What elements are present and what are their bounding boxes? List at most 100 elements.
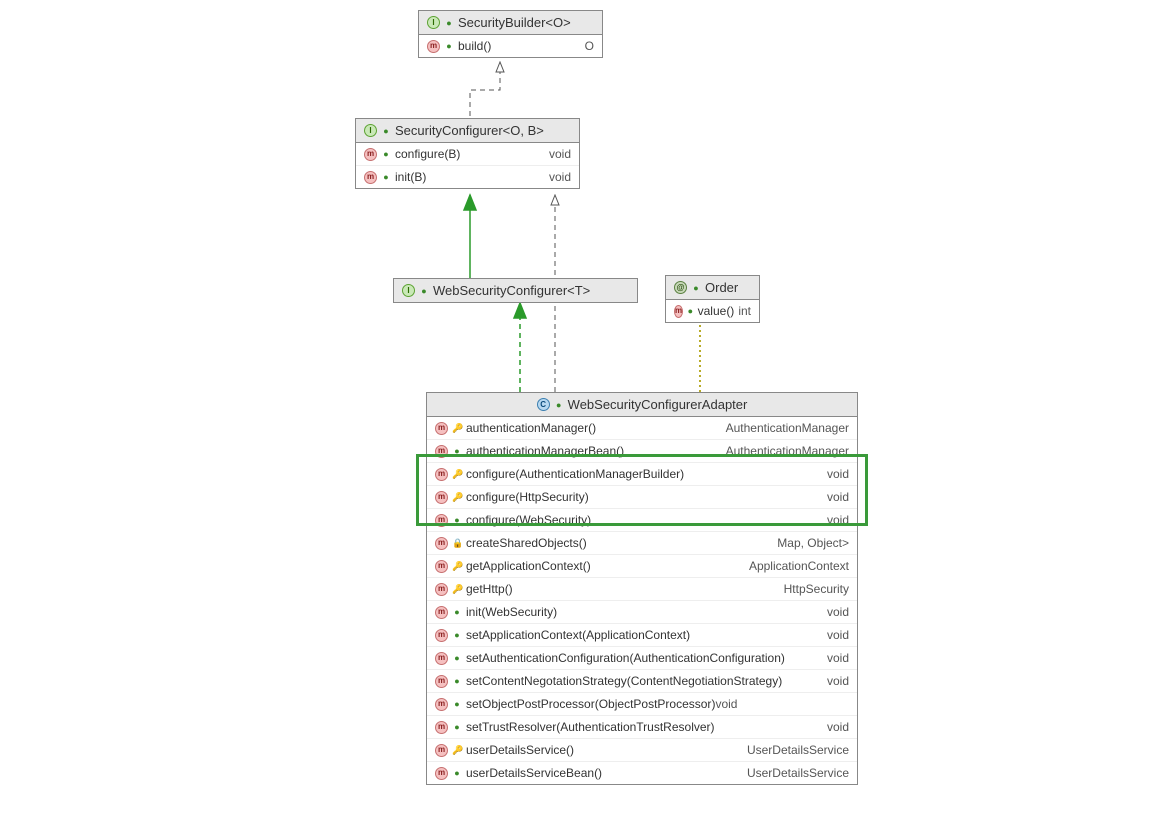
member-return-type: void xyxy=(827,626,849,644)
method-icon: m xyxy=(435,560,448,573)
visibility-public-icon: ● xyxy=(452,672,462,690)
member-signature: authenticationManager() xyxy=(466,419,722,437)
class-icon: C xyxy=(537,398,550,411)
visibility-public-icon: ● xyxy=(452,649,462,667)
member-return-type: UserDetailsService xyxy=(747,764,849,782)
class-name: SecurityBuilder<O> xyxy=(458,15,571,30)
member-row: m 🔑getApplicationContext()ApplicationCont… xyxy=(427,555,857,578)
visibility-public-icon: ● xyxy=(381,168,391,186)
visibility-protected-icon: 🔑 xyxy=(452,580,462,598)
method-icon: m xyxy=(435,767,448,780)
member-list: m ●configure(B)void m ●init(B)void xyxy=(356,143,579,188)
class-title: I ● SecurityConfigurer<O, B> xyxy=(356,119,579,143)
visibility-public-icon: ● xyxy=(452,626,462,644)
member-row: m 🔑authenticationManager()AuthenticationM… xyxy=(427,417,857,440)
method-icon: m xyxy=(427,40,440,53)
visibility-icon: ● xyxy=(381,126,391,136)
method-icon: m xyxy=(435,629,448,642)
class-name: WebSecurityConfigurerAdapter xyxy=(568,397,748,412)
class-name: WebSecurityConfigurer<T> xyxy=(433,283,590,298)
member-signature: setApplicationContext(ApplicationContext… xyxy=(466,626,823,644)
interface-icon: I xyxy=(364,124,377,137)
member-return-type: void xyxy=(827,672,849,690)
member-row: m ●build()O xyxy=(419,35,602,57)
member-return-type: Map, Object> xyxy=(777,534,849,552)
visibility-public-icon: ● xyxy=(687,302,693,320)
member-signature: userDetailsServiceBean() xyxy=(466,764,743,782)
class-title: I ● SecurityBuilder<O> xyxy=(419,11,602,35)
method-icon: m xyxy=(435,537,448,550)
method-icon: m xyxy=(435,698,448,711)
visibility-public-icon: ● xyxy=(452,603,462,621)
class-title: C ● WebSecurityConfigurerAdapter xyxy=(427,393,857,417)
member-return-type: void xyxy=(827,718,849,736)
member-signature: createSharedObjects() xyxy=(466,534,773,552)
class-security-configurer: I ● SecurityConfigurer<O, B> m●configure… xyxy=(355,118,580,189)
method-icon: m xyxy=(435,606,448,619)
member-return-type: AuthenticationManager xyxy=(726,419,849,437)
member-return-type: void xyxy=(827,649,849,667)
annotation-icon: @ xyxy=(674,281,687,294)
visibility-protected-icon: 🔑 xyxy=(452,419,462,437)
member-row: m ●setApplicationContext(ApplicationConte… xyxy=(427,624,857,647)
member-signature: init(B) xyxy=(395,168,545,186)
visibility-protected-icon: 🔑 xyxy=(452,557,462,575)
class-name: Order xyxy=(705,280,738,295)
visibility-public-icon: ● xyxy=(452,695,462,713)
visibility-public-icon: ● xyxy=(452,764,462,782)
member-row: m ●setObjectPostProcessor(ObjectPostProce… xyxy=(427,693,857,716)
method-icon: m xyxy=(364,171,377,184)
member-signature: init(WebSecurity) xyxy=(466,603,823,621)
member-return-type: HttpSecurity xyxy=(784,580,849,598)
member-signature: getApplicationContext() xyxy=(466,557,745,575)
visibility-public-icon: ● xyxy=(381,145,391,163)
member-row: m●setContentNegotationStrategy(ContentNe… xyxy=(427,670,857,693)
method-icon: m xyxy=(435,721,448,734)
member-return-type: UserDetailsService xyxy=(747,741,849,759)
member-list: m ●build()O xyxy=(419,35,602,57)
member-row: m●setTrustResolver(AuthenticationTrustRe… xyxy=(427,716,857,739)
method-icon: m xyxy=(435,422,448,435)
highlight-configure-methods xyxy=(416,454,868,526)
member-row: m ● value()int xyxy=(666,300,759,322)
visibility-public-icon: ● xyxy=(444,37,454,55)
member-return-type: void xyxy=(549,168,571,186)
member-signature: setAuthenticationConfiguration(Authentic… xyxy=(466,649,823,667)
member-return-type: void xyxy=(549,145,571,163)
member-list: m ● value()int xyxy=(666,300,759,322)
method-icon: m xyxy=(674,305,683,318)
member-signature: setObjectPostProcessor(ObjectPostProcess… xyxy=(466,695,849,713)
visibility-icon: ● xyxy=(554,400,564,410)
class-title: @ ● Order xyxy=(666,276,759,300)
member-return-type: void xyxy=(715,697,737,711)
visibility-protected-icon: 🔑 xyxy=(452,741,462,759)
method-icon: m xyxy=(435,744,448,757)
class-order: @ ● Order m ● value()int xyxy=(665,275,760,323)
member-return-type: int xyxy=(738,302,751,320)
member-signature: configure(B) xyxy=(395,145,545,163)
class-title: I ● WebSecurityConfigurer<T> xyxy=(394,279,637,302)
member-return-type: O xyxy=(585,37,594,55)
member-signature: userDetailsService() xyxy=(466,741,743,759)
member-return-type: void xyxy=(827,603,849,621)
member-return-type: ApplicationContext xyxy=(749,557,849,575)
member-signature: value() xyxy=(698,302,735,320)
member-row: m ●userDetailsServiceBean()UserDetailsSer… xyxy=(427,762,857,784)
visibility-private-icon: 🔒 xyxy=(452,534,462,552)
member-signature: setTrustResolver(AuthenticationTrustReso… xyxy=(466,718,823,736)
member-row: m 🔒createSharedObjects()Map, Object> xyxy=(427,532,857,555)
member-row: m ●init(WebSecurity)void xyxy=(427,601,857,624)
class-name: SecurityConfigurer<O, B> xyxy=(395,123,544,138)
member-row: m🔑getHttp()HttpSecurity xyxy=(427,578,857,601)
visibility-icon: ● xyxy=(419,286,429,296)
visibility-icon: ● xyxy=(691,283,701,293)
member-signature: setContentNegotationStrategy(ContentNego… xyxy=(466,672,823,690)
visibility-icon: ● xyxy=(444,18,454,28)
class-security-builder: I ● SecurityBuilder<O> m●build()O xyxy=(418,10,603,58)
member-signature: getHttp() xyxy=(466,580,780,598)
class-web-security-configurer: I ● WebSecurityConfigurer<T> xyxy=(393,278,638,303)
interface-icon: I xyxy=(427,16,440,29)
method-icon: m xyxy=(364,148,377,161)
member-signature: build() xyxy=(458,37,581,55)
member-row: m●setAuthenticationConfiguration(Authent… xyxy=(427,647,857,670)
